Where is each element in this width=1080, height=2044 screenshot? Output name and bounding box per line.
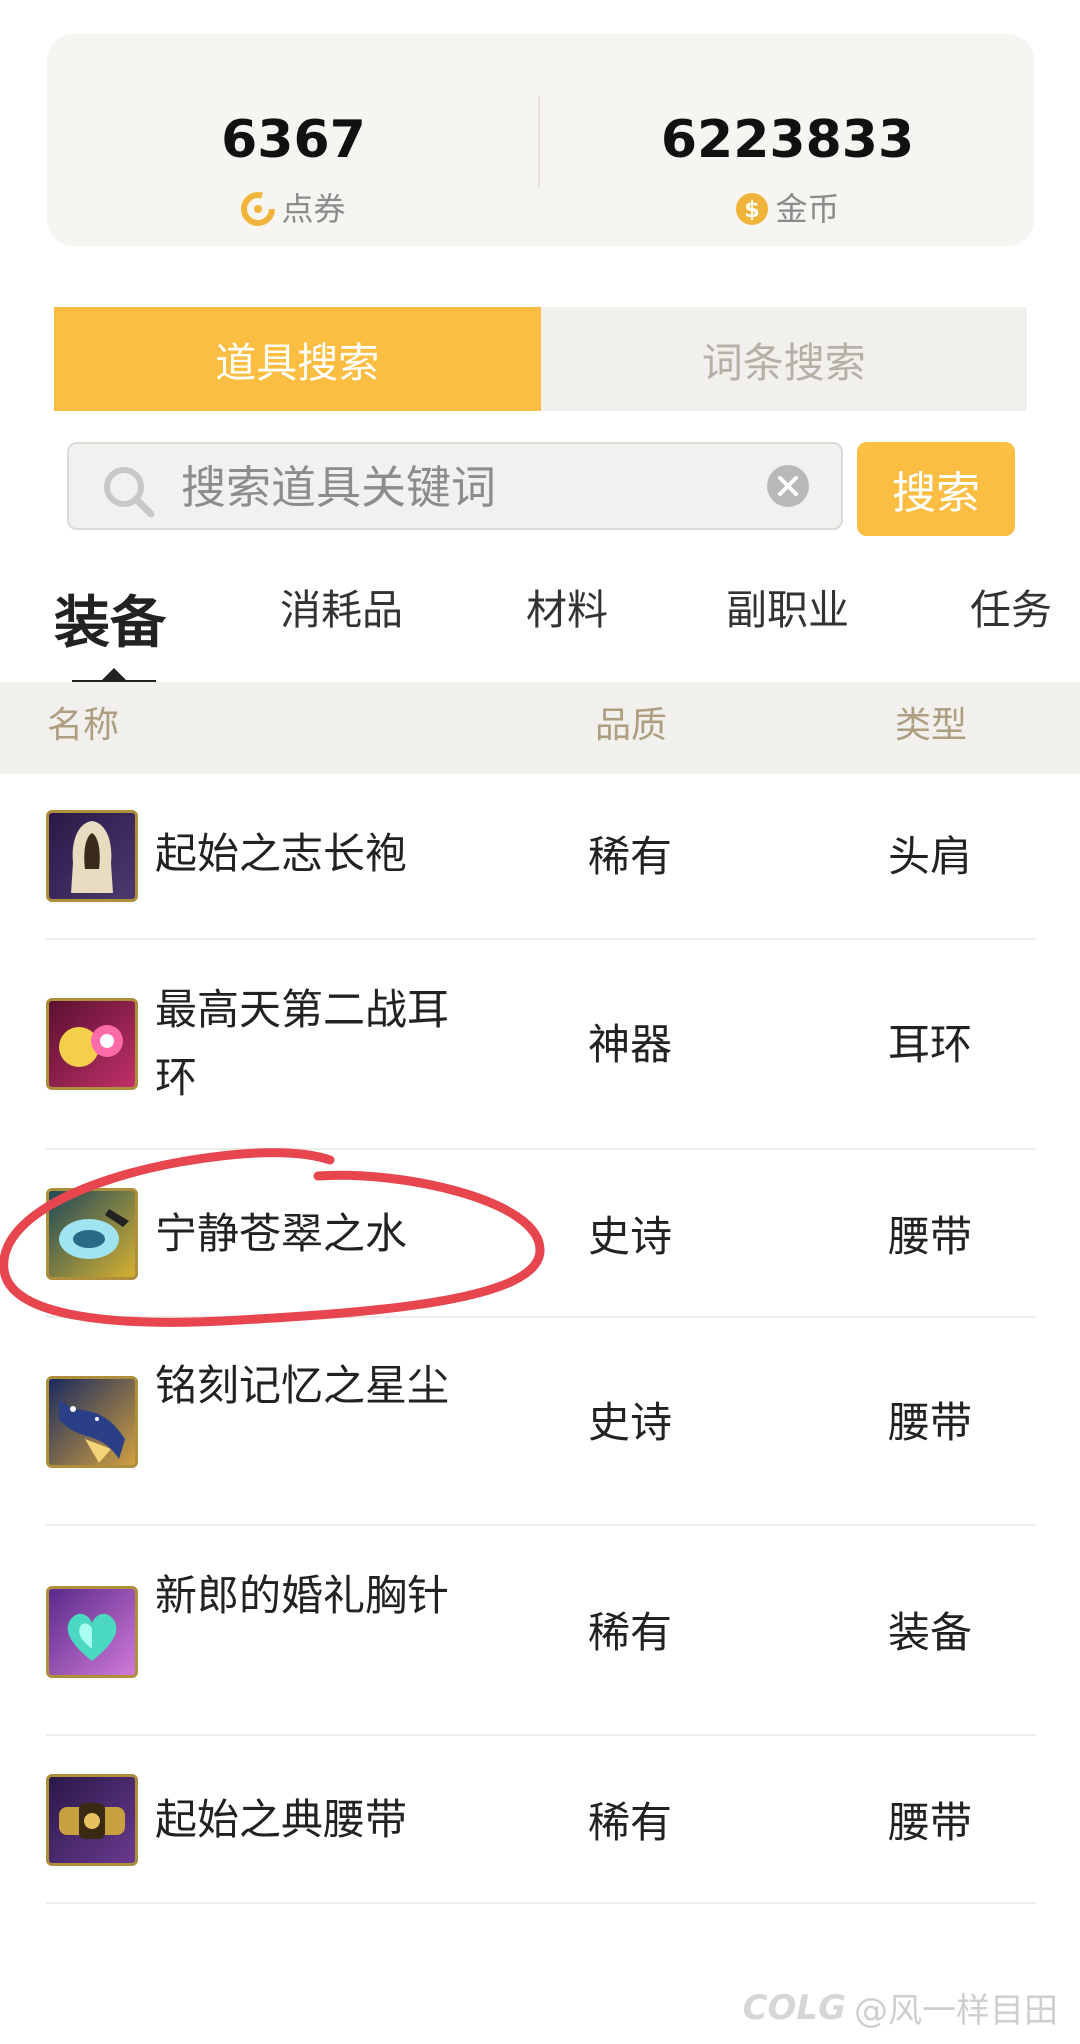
item-quality: 稀有	[588, 1798, 673, 1847]
item-type: 耳环	[888, 1020, 973, 1069]
item-type: 头肩	[888, 832, 973, 881]
points-label: 点券	[281, 190, 346, 228]
search-button[interactable]: 搜索	[857, 442, 1015, 536]
earring-icon	[46, 998, 138, 1090]
item-quality: 稀有	[588, 832, 673, 881]
points-value: 6367	[221, 110, 366, 170]
category-tab-materials[interactable]: 材料	[526, 590, 608, 631]
table-row[interactable]: 起始之志长袍 稀有 头肩	[0, 774, 1080, 940]
item-quality: 史诗	[588, 1398, 673, 1447]
item-type: 腰带	[888, 1798, 973, 1847]
row-divider	[46, 1902, 1036, 1904]
robe-icon	[46, 810, 138, 902]
header-quality: 品质	[595, 705, 668, 746]
category-tab-consumables[interactable]: 消耗品	[280, 590, 403, 631]
balance-divider	[538, 96, 540, 188]
svg-text:$: $	[745, 198, 760, 223]
header-type: 类型	[895, 705, 968, 746]
category-tab-equipment[interactable]: 装备	[54, 596, 166, 652]
tab-item-search[interactable]: 道具搜索	[54, 307, 541, 411]
table-row[interactable]: 宁静苍翠之水 史诗 腰带	[0, 1150, 1080, 1318]
tab-affix-search[interactable]: 词条搜索	[540, 307, 1027, 411]
watermark-logo: COLG	[742, 1987, 846, 2028]
search-mode-tabs: 道具搜索 词条搜索	[54, 307, 1027, 411]
clear-icon[interactable]	[766, 464, 810, 508]
belt-icon	[46, 1774, 138, 1866]
gold-balance[interactable]: 6223833 $ 金币	[541, 34, 1034, 246]
table-row[interactable]: 起始之典腰带 稀有 腰带	[0, 1736, 1080, 1904]
item-name: 宁静苍翠之水	[155, 1209, 408, 1258]
active-tab-indicator	[72, 668, 156, 682]
item-type: 腰带	[888, 1398, 973, 1447]
search-box	[67, 442, 843, 530]
table-row[interactable]: 新郎的婚礼胸针 稀有 装备	[0, 1526, 1080, 1736]
item-name: 新郎的婚礼胸针	[155, 1571, 450, 1620]
item-name: 起始之典腰带	[155, 1795, 408, 1844]
watermark: COLG @风一样目田	[743, 1983, 1058, 2032]
item-quality: 史诗	[588, 1212, 673, 1261]
heart-brooch-icon	[46, 1586, 138, 1678]
item-name: 起始之志长袍	[155, 829, 408, 878]
item-name: 最高天第二战耳环	[155, 985, 450, 1102]
watermark-user: @风一样目田	[854, 1991, 1058, 2031]
gold-label: 金币	[775, 190, 840, 228]
item-name: 铭刻记忆之星尘	[155, 1361, 450, 1410]
points-coupon-icon	[241, 192, 276, 226]
search-input[interactable]	[181, 454, 741, 520]
search-icon	[104, 467, 155, 518]
table-header: 名称 品质 类型	[0, 682, 1080, 774]
header-name: 名称	[47, 705, 120, 746]
category-tab-quests[interactable]: 任务	[970, 590, 1052, 631]
stardust-belt-icon	[46, 1376, 138, 1468]
table-row[interactable]: 最高天第二战耳环 神器 耳环	[0, 940, 1080, 1150]
category-tab-sub-profession[interactable]: 副职业	[726, 590, 849, 631]
points-balance[interactable]: 6367 点券	[47, 34, 540, 246]
item-type: 装备	[888, 1608, 973, 1657]
item-quality: 稀有	[588, 1608, 673, 1657]
table-row[interactable]: 铭刻记忆之星尘 史诗 腰带	[0, 1318, 1080, 1526]
item-type: 腰带	[888, 1212, 973, 1261]
balance-card: 6367 点券 6223833 $ 金币	[47, 34, 1034, 246]
water-belt-icon	[46, 1188, 138, 1280]
gold-value: 6223833	[660, 110, 915, 170]
gold-coin-icon: $	[736, 193, 769, 225]
item-quality: 神器	[588, 1020, 673, 1069]
